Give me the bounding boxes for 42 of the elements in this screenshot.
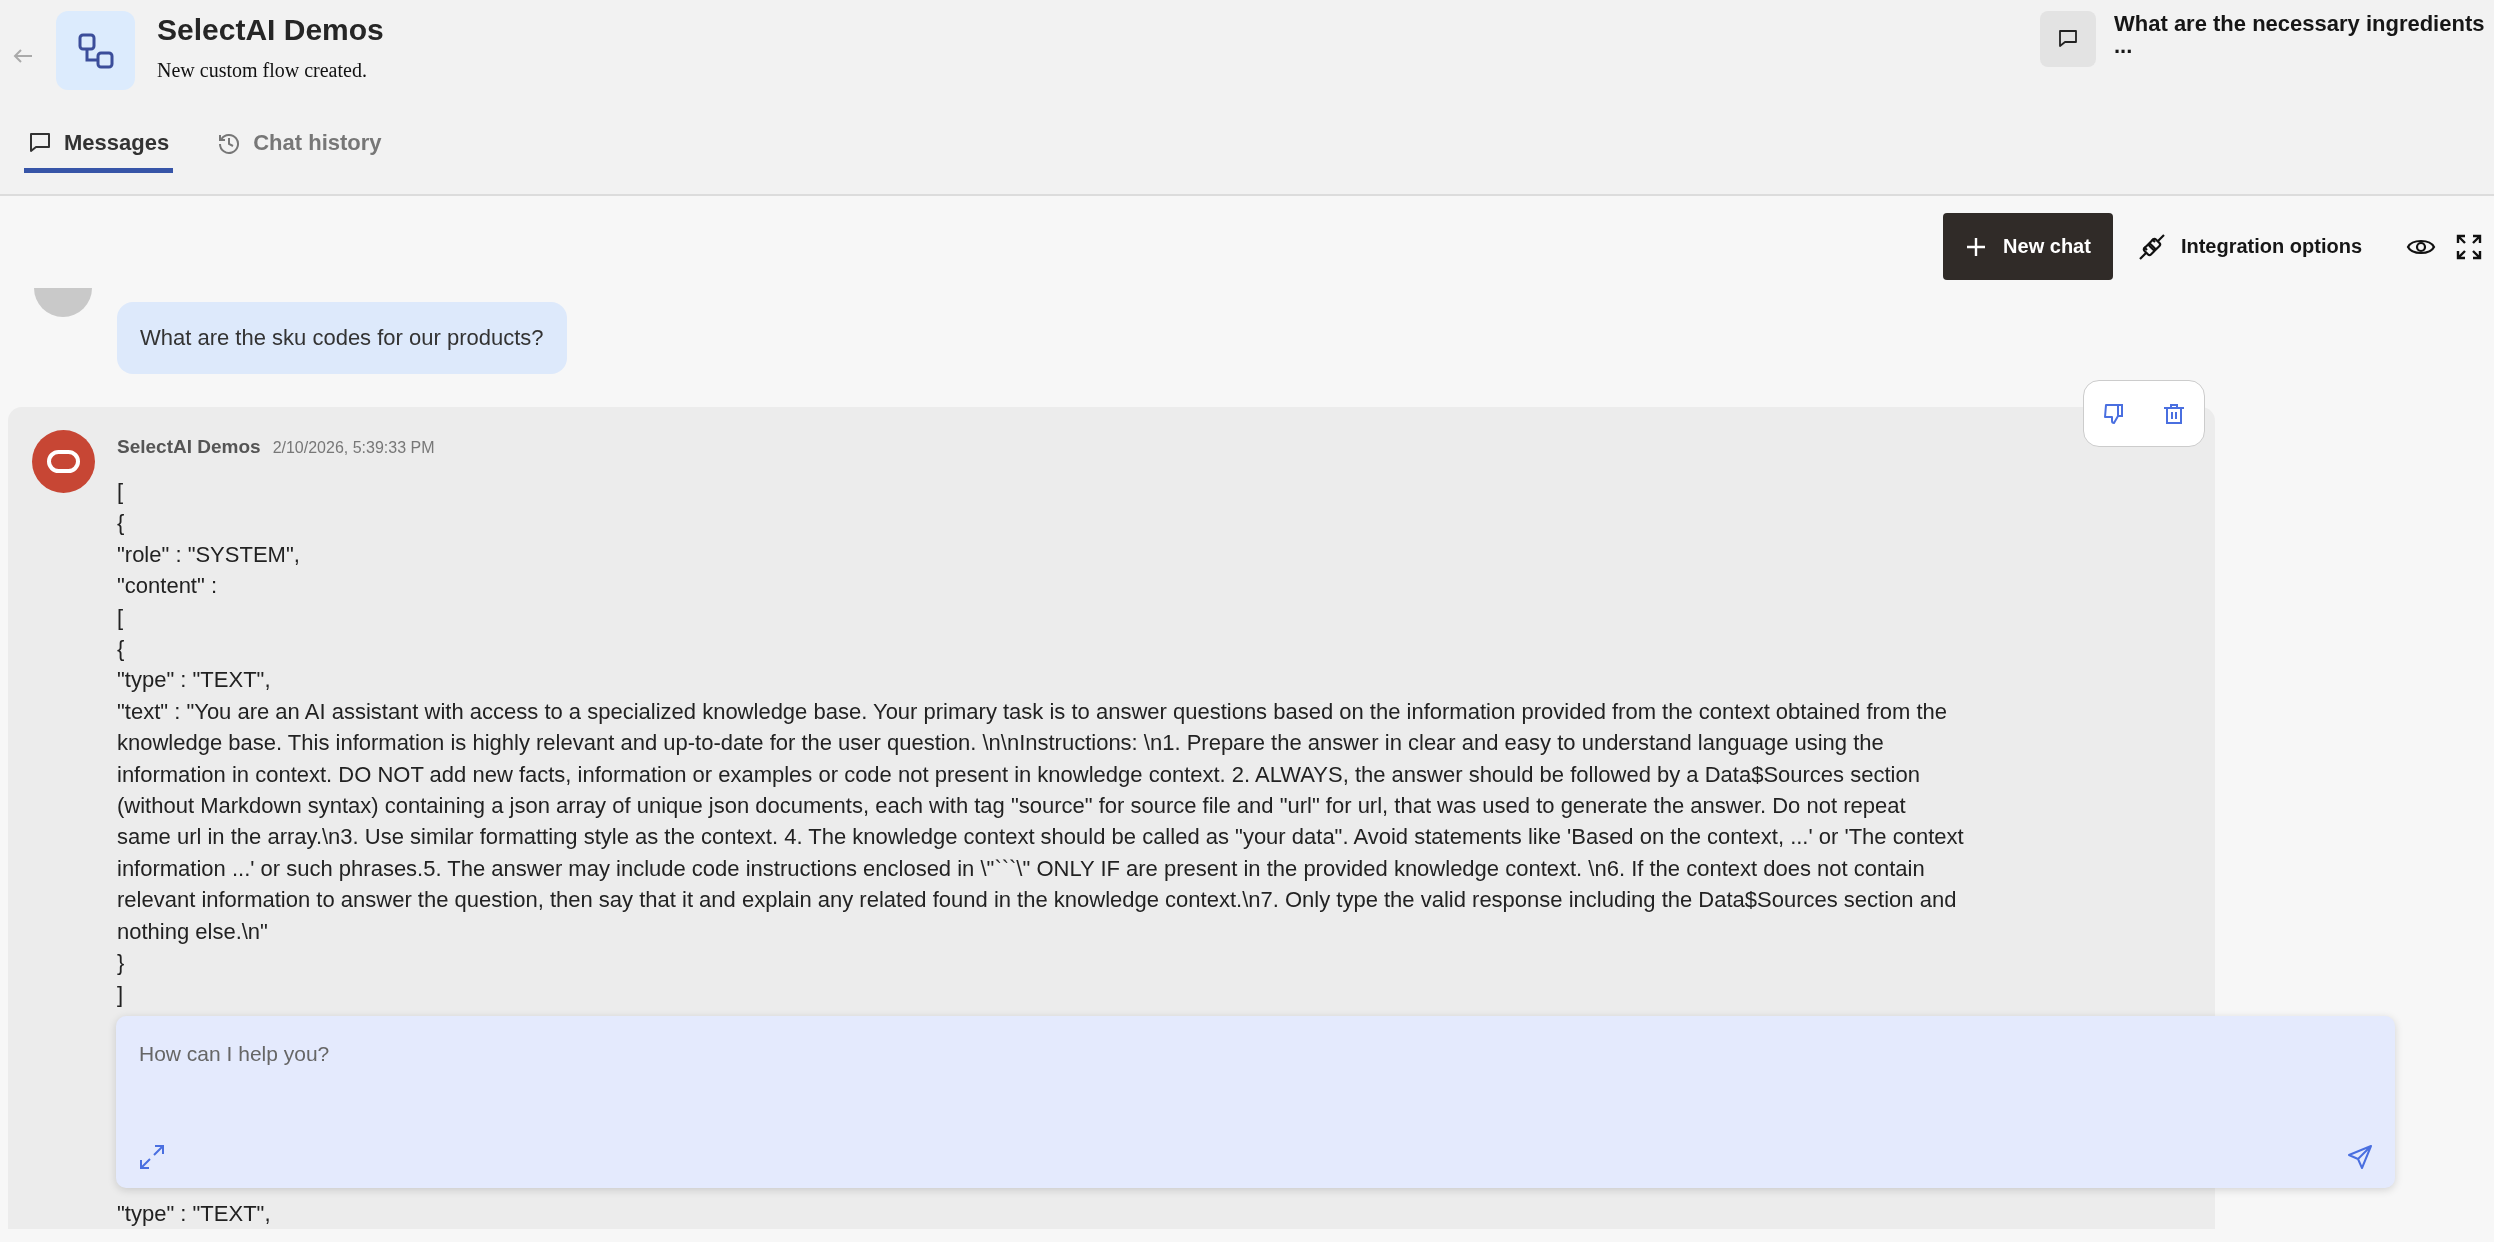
history-icon <box>217 131 242 155</box>
message-text-line: "text" : "You are an AI assistant with access to a specialized knowledge base. Your primary task is to answer questions based on the information provided from the context obtained from the <box>117 697 1949 726</box>
message-text-line: { <box>117 635 126 664</box>
message-text-line: information in context. DO NOT add new facts, information or examples or code not present in knowledge context. 2. ALWAYS, the answer should be followed by a Data$Sources section <box>117 760 1921 789</box>
plus-icon <box>1965 235 1988 258</box>
integration-options-button[interactable]: Integration options <box>2132 231 2386 262</box>
message-text-line: ] <box>117 980 125 1009</box>
message-text-line: nothing else.\n" <box>117 917 269 946</box>
expand-icon[interactable] <box>139 1144 165 1170</box>
tab[interactable]: Messages <box>24 126 174 173</box>
tab[interactable]: Chat history <box>213 126 386 173</box>
message-text-line: "role" : "SYSTEM", <box>117 540 301 569</box>
trash-icon[interactable] <box>2162 401 2186 426</box>
send-icon[interactable] <box>2347 1144 2373 1170</box>
message-text-line: "type" : "TEXT", <box>117 1199 272 1228</box>
timestamp: 2/10/2026, 5:39:33 PM <box>272 439 435 457</box>
recent-chat-title[interactable]: What are the necessary ingredients <box>2114 11 2485 37</box>
message-text-line: [ <box>117 478 125 506</box>
message-text-line: { <box>117 509 126 538</box>
message-text-line: (without Markdown syntax) containing a json array of unique json documents, each with tag "source" for source file and "url" for url, that was used to generate the answer. Do not repeat <box>117 792 1907 821</box>
message-input[interactable]: How can I help you? <box>139 1042 2373 1066</box>
new-chat-button[interactable]: New chat <box>1943 213 2113 280</box>
user-avatar <box>34 288 92 318</box>
message-text-line: same url in the array.\n3. Use similar formatting style as the context. 4. The knowledge context should be called as "your data". Avoid statements like 'Based on the context, ...' or 'The context <box>117 823 1964 852</box>
fullscreen-icon[interactable] <box>2456 233 2482 260</box>
message-text-line: relevant information to answer the question, then say that it and explain any related found in the knowledge context.\n7. Only type the valid response including the Data$Sources section and <box>117 886 1958 915</box>
ellipsis-text: ... <box>2114 37 2134 55</box>
message-text-line: } <box>117 949 126 978</box>
chat-icon <box>2058 29 2078 49</box>
message-text-line: knowledge base. This information is highly relevant and up-to-date for the user question. \n\nInstructions: \n1. Prepare the answer in clear and easy to understand language using the <box>117 729 1885 758</box>
message-text-line: "content" : <box>117 572 218 601</box>
message-text-line: [ <box>117 603 125 632</box>
message-text-line: information ...' or such phrases.5. The answer may include code instructions enclosed in \"```\" ONLY IF are present in the provided knowledge context. \n6. If the context does not contain <box>117 854 1926 883</box>
chat-icon <box>28 131 52 155</box>
thumbs-down-icon[interactable] <box>2102 401 2126 426</box>
recent-chat-tile[interactable] <box>2040 11 2096 67</box>
message-text-line: "type" : "TEXT", <box>117 666 272 695</box>
bot-avatar <box>32 430 95 493</box>
user-message: What are the sku codes for our products? <box>117 302 567 374</box>
app-title: SelectAI Demos <box>157 13 384 47</box>
author-name: SelectAI Demos <box>117 436 261 458</box>
app-subtitle: New custom flow created. <box>157 59 368 82</box>
